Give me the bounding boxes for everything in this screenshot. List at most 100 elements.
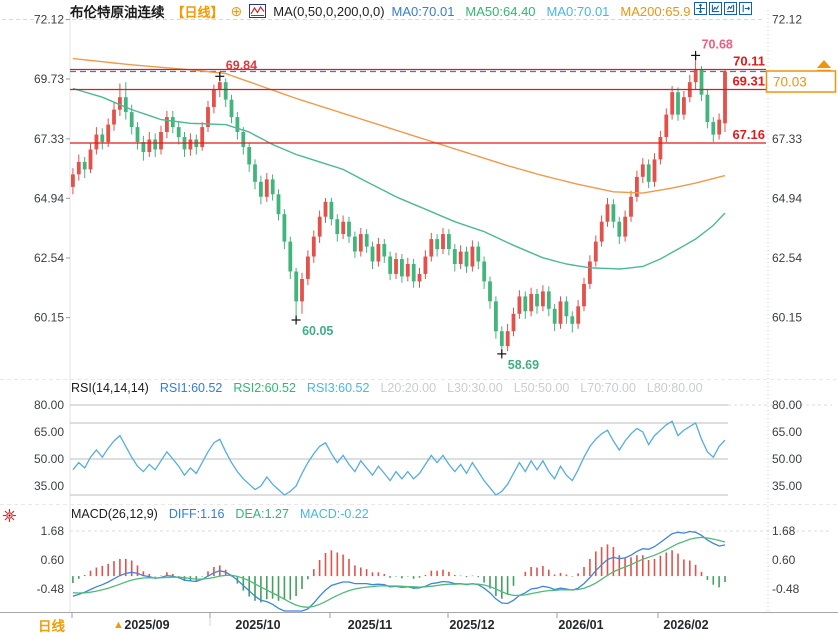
- month-label: 2025/10: [235, 618, 280, 632]
- price-axis-left-label: 62.54: [34, 251, 64, 265]
- candle-body: [147, 139, 152, 152]
- ma-line-ma50: [72, 87, 726, 270]
- candle-body: [71, 174, 75, 187]
- price-axis-right-label: 67.33: [772, 132, 802, 146]
- month-label: 2025/11: [348, 618, 393, 632]
- rsi-title: RSI(14,14,14): [71, 381, 149, 395]
- candle-body: [153, 139, 158, 150]
- legend-item: RSI1:60.52: [159, 381, 223, 395]
- candle-body: [640, 164, 645, 177]
- price-hline-label: 67.16: [732, 127, 765, 142]
- legend-item: L30:30.00: [447, 381, 503, 395]
- rsi-axis-left-label: 50.00: [34, 452, 64, 466]
- candle-body: [494, 301, 498, 332]
- candle-body: [394, 259, 398, 274]
- candle-body: [411, 264, 416, 282]
- main-panel: 70.11 69.31 67.16 69.84 70.68 60.05 58.69 72.12…: [34, 13, 837, 372]
- candle-body: [499, 331, 504, 347]
- candle-body: [435, 239, 440, 250]
- period-collapse-arrow: ▲: [113, 619, 124, 631]
- candle-body: [652, 159, 657, 182]
- candle-body: [329, 201, 334, 220]
- candle-body: [417, 274, 422, 282]
- indicator-chart-icon[interactable]: [249, 4, 267, 18]
- chart-canvas: 70.11 69.31 67.16 69.84 70.68 60.05 58.69 72.12…: [0, 10, 838, 632]
- macd-axis-right-label: 0.60: [772, 553, 796, 567]
- candle-body: [176, 127, 181, 138]
- candle-body: [470, 246, 475, 267]
- candle-body: [523, 296, 528, 312]
- candle-body: [217, 82, 222, 90]
- candle-body: [188, 139, 193, 150]
- candle-body: [241, 132, 246, 147]
- month-label: 2025/12: [449, 618, 494, 632]
- macd-settings-icon[interactable]: [2, 508, 17, 523]
- legend-item: MACD:-0.22: [299, 507, 369, 521]
- rsi-axis-left-label: 80.00: [34, 398, 64, 412]
- candle-body: [699, 69, 704, 95]
- candle-body: [558, 301, 563, 324]
- candle-body: [382, 244, 387, 257]
- legend-item: RSI3:60.52: [306, 381, 370, 395]
- rsi-axis-right-label: 65.00: [772, 425, 802, 439]
- annotation-marker: [291, 315, 301, 325]
- candle-body: [452, 249, 457, 264]
- candle-body: [511, 313, 516, 332]
- macd-axis-left-label: -0.48: [37, 582, 65, 596]
- candle-body: [300, 279, 304, 302]
- annotation-marker: [691, 50, 701, 60]
- macd-axis-left-label: 1.68: [41, 524, 65, 538]
- candle-body: [711, 122, 716, 135]
- macd-legend: DIFF:1.16 DEA:1.27 MACD:-0.22: [169, 507, 369, 521]
- candle-body: [717, 119, 722, 135]
- rsi-panel: 80.00 80.00 65.00 65.00 50.00 50.00 35.00 35.00: [34, 398, 832, 496]
- candle-body: [441, 234, 445, 249]
- rsi-legend: RSI1:60.52 RSI2:60.52 RSI3:60.52 L20:20.00 L…: [160, 381, 703, 395]
- annotation-label: 69.84: [226, 58, 257, 72]
- candle-body: [723, 71, 727, 124]
- macd-axis-right-label: -0.48: [772, 582, 800, 596]
- current-price-tag-label: 70.03: [773, 75, 807, 90]
- candle-body: [488, 281, 492, 302]
- candle-body: [476, 246, 481, 262]
- legend-item: DEA:1.27: [235, 507, 289, 521]
- candle-body: [247, 147, 252, 165]
- candle-body: [623, 216, 628, 237]
- price-hline-label: 69.31: [732, 74, 765, 89]
- ma-legend: MA0:70.01 MA50:64.40 MA0:70.01 MA200:65.9: [392, 4, 691, 19]
- period-selector[interactable]: 日线 ▲: [38, 615, 124, 635]
- macd-diff-line: [72, 530, 726, 612]
- candle-body: [223, 82, 228, 100]
- candle-body: [311, 236, 316, 257]
- left-axis-scale-icon[interactable]: [709, 2, 722, 15]
- rsi-legend-row: RSI(14,14,14) RSI1:60.52 RSI2:60.52 RSI3:6…: [71, 381, 703, 395]
- legend-item: L80:80.00: [646, 381, 703, 395]
- candle-body: [288, 241, 293, 272]
- macd-axis-left-label: 0.60: [41, 553, 65, 567]
- candle-body: [541, 291, 545, 307]
- candle-body: [447, 234, 451, 249]
- candle-body: [546, 291, 551, 309]
- period-tag: 【日线】: [171, 4, 224, 20]
- candle-body: [576, 306, 581, 324]
- instrument-title: 布伦特原油连续: [70, 5, 165, 20]
- candle-body: [347, 221, 351, 237]
- exit-fullscreen-icon[interactable]: [739, 2, 752, 15]
- candle-body: [517, 296, 522, 314]
- candle-body: [200, 127, 205, 147]
- rsi-axis-right-label: 35.00: [772, 479, 802, 493]
- candle-body: [358, 234, 363, 252]
- add-indicator-icon[interactable]: ⊕: [231, 3, 243, 20]
- candle-body: [682, 97, 686, 115]
- candle-body: [229, 99, 234, 118]
- price-axis-right-label: 72.12: [772, 13, 802, 27]
- chart-window: 70.11 69.31 67.16 69.84 70.68 60.05 58.69 72.12…: [0, 0, 838, 636]
- macd-dea-line: [72, 536, 726, 608]
- candle-body: [165, 117, 169, 132]
- pan-tool-icon[interactable]: [694, 2, 707, 15]
- right-axis-scale-icon[interactable]: [724, 2, 737, 15]
- ma-line-ma200: [72, 57, 726, 194]
- price-up-arrow-icon: [817, 60, 831, 68]
- candle-body: [405, 264, 410, 277]
- month-label: 2025/09: [124, 618, 169, 632]
